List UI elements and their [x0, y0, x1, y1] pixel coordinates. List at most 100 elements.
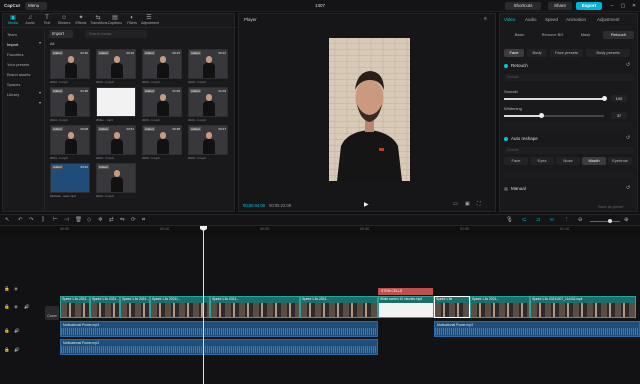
split-icon[interactable]: ⫿: [42, 217, 44, 224]
sidebar-item-team[interactable]: Team ▾: [7, 31, 43, 45]
zoom-out-icon[interactable]: ⊖: [578, 217, 583, 223]
retouch-preset-select[interactable]: Default: [504, 74, 634, 81]
search-input[interactable]: Search media: [85, 30, 147, 38]
retouch-tab-body[interactable]: Body: [527, 49, 547, 57]
shortcuts-button[interactable]: Shortcuts: [505, 2, 541, 10]
media-thumbnail[interactable]: Added 00:47: [188, 125, 228, 155]
media-thumbnail[interactable]: Added 00:10: [96, 49, 136, 79]
volume-icon[interactable]: 🔊: [14, 347, 20, 353]
reshape-option-face[interactable]: Face: [504, 157, 528, 165]
select-icon[interactable]: ↖: [5, 217, 10, 223]
undo-icon[interactable]: ↶: [18, 217, 23, 223]
crop-icon[interactable]: ⌗: [142, 217, 145, 224]
tab-text[interactable]: T Text: [39, 15, 55, 27]
more-icon[interactable]: ≡: [484, 16, 487, 22]
media-thumbnail[interactable]: Added 01:04: [188, 87, 228, 117]
tab-filters[interactable]: ◐ Filters: [124, 15, 140, 27]
whitening-value[interactable]: 37: [611, 112, 627, 119]
ratio-icon[interactable]: ▣: [465, 201, 470, 207]
zoom-in-icon[interactable]: ⊕: [624, 217, 629, 223]
smooth-slider-knob[interactable]: [601, 96, 607, 101]
eye-icon[interactable]: ◉: [14, 286, 18, 292]
reverse-icon[interactable]: ⇄: [109, 217, 114, 223]
media-thumbnail[interactable]: Added: [96, 163, 136, 193]
retouch-tab-face[interactable]: Face: [504, 49, 524, 57]
retouch-tab-face-presets[interactable]: Face presets: [550, 49, 583, 57]
sidebar-item-import[interactable]: Import: [7, 41, 43, 49]
media-thumbnail[interactable]: Added 05:52: [50, 163, 90, 193]
smooth-value[interactable]: 100: [611, 95, 627, 102]
tab-video[interactable]: Video: [504, 17, 515, 22]
manual-toggle[interactable]: [504, 187, 508, 191]
media-thumbnail[interactable]: Added 01:28: [142, 87, 182, 117]
freeze-icon[interactable]: ❄: [98, 217, 103, 223]
eye-icon[interactable]: ◉: [14, 304, 18, 310]
sidebar-item-your-presets[interactable]: Your presets: [7, 61, 43, 69]
media-thumbnail[interactable]: Added 00:15: [142, 49, 182, 79]
subtab-retouch[interactable]: Retouch: [603, 31, 634, 39]
volume-icon[interactable]: 🔊: [24, 304, 30, 310]
cover-button[interactable]: Cover: [45, 306, 59, 320]
reshape-preset-select[interactable]: Default: [504, 147, 634, 154]
save-preset-button[interactable]: Save as preset: [598, 205, 623, 209]
sidebar-item-favorites[interactable]: Favorites: [7, 51, 43, 59]
retouch-tab-body-presets[interactable]: Body presets: [586, 49, 630, 57]
tab-animation[interactable]: Animation: [566, 17, 586, 22]
close-icon[interactable]: ✕: [630, 2, 638, 10]
sidebar-item-library[interactable]: Library ▾: [7, 91, 43, 105]
tab-adjustment[interactable]: ☰ Adjustment: [141, 15, 159, 27]
whitening-slider-knob[interactable]: [538, 113, 544, 118]
reset-icon[interactable]: ↺: [626, 135, 630, 141]
sidebar-item-brand-assets[interactable]: Brand assets: [7, 71, 43, 79]
linkage-icon[interactable]: ∞: [550, 217, 554, 223]
tab-audio[interactable]: ♫ Audio: [22, 15, 38, 27]
tab-audio[interactable]: Audio: [525, 17, 537, 22]
sticker-clip[interactable]: STEM CELLS: [378, 288, 433, 295]
media-thumbnail[interactable]: Added 01:30: [50, 49, 90, 79]
tab-speed[interactable]: Speed: [545, 17, 558, 22]
audio-clip[interactable]: Motivational Power.mp3: [60, 339, 378, 355]
tab-media[interactable]: ▣ Media: [5, 15, 21, 27]
subtab-mask[interactable]: Mask: [570, 31, 601, 39]
media-thumbnail[interactable]: Added 00:08: [50, 125, 90, 155]
fullscreen-icon[interactable]: ⛶: [477, 201, 481, 207]
zoom-slider-knob[interactable]: [608, 219, 612, 223]
media-thumbnail[interactable]: Added 00:51: [96, 125, 136, 155]
media-thumbnail[interactable]: Added 00:38: [142, 125, 182, 155]
preview-axis-icon[interactable]: ⋮: [564, 217, 570, 223]
reshape-option-nose[interactable]: Nose: [556, 157, 580, 165]
video-clip[interactable]: Speed 1.5x 2024...: [210, 296, 300, 318]
export-button[interactable]: Export: [576, 2, 602, 10]
video-clip[interactable]: White screen 10 minutes.mp4: [378, 296, 434, 318]
tab-stickers[interactable]: ☺ Stickers: [56, 15, 72, 27]
play-icon[interactable]: ▶: [364, 201, 369, 208]
video-clip[interactable]: Speed 1.5x 20241007_114432.mp4: [530, 296, 636, 318]
rotate-icon[interactable]: ⟳: [131, 217, 136, 223]
lock-icon[interactable]: 🔒: [4, 347, 10, 353]
reset-icon[interactable]: ↺: [626, 62, 630, 68]
marker-icon[interactable]: ◇: [87, 217, 91, 223]
video-clip[interactable]: Speed 1.5x 2024...: [470, 296, 530, 318]
share-button[interactable]: Share: [548, 2, 572, 10]
lock-icon[interactable]: 🔒: [4, 304, 10, 310]
delete-icon[interactable]: 🗑: [75, 217, 82, 223]
volume-icon[interactable]: 🔊: [14, 328, 20, 334]
media-thumbnail[interactable]: Added 01:38: [50, 87, 90, 117]
menu-button[interactable]: Menu: [25, 2, 47, 10]
video-clip[interactable]: Speed 1.5x 2024...: [90, 296, 120, 318]
mirror-icon[interactable]: ⇋: [120, 217, 125, 223]
fit-icon[interactable]: ▭: [453, 201, 458, 207]
split-left-icon[interactable]: ⊢: [53, 217, 58, 223]
sidebar-item-spaces[interactable]: Spaces ▾: [7, 81, 43, 95]
tab-captions[interactable]: ▤ Captions: [107, 15, 123, 27]
zoom-slider[interactable]: [590, 219, 620, 223]
import-button[interactable]: Import: [49, 30, 73, 38]
split-right-icon[interactable]: ⊣: [64, 217, 69, 223]
subtab-basic[interactable]: Basic: [504, 31, 535, 39]
mic-icon[interactable]: 🎙: [506, 217, 513, 223]
video-clip[interactable]: Speed 1.5x 2024...: [120, 296, 150, 318]
video-clip[interactable]: Speed 1.5x 2024...: [300, 296, 378, 318]
audio-clip[interactable]: Motivational Power.mp3: [434, 321, 640, 337]
video-preview[interactable]: [329, 38, 410, 181]
playhead[interactable]: [203, 226, 204, 384]
